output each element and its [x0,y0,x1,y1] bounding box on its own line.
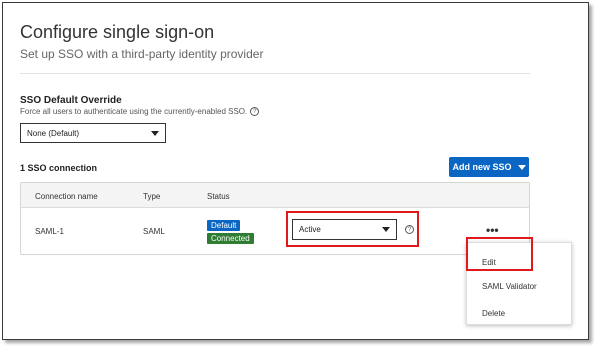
chevron-down-icon [382,227,390,232]
status-select[interactable]: Active [292,219,397,240]
page-title: Configure single sign-on [20,22,215,42]
connection-type-cell: SAML [143,227,165,236]
more-options-icon[interactable]: ••• [486,223,499,237]
menu-item-saml-validator[interactable]: SAML Validator [482,282,537,291]
section-divider [20,73,530,74]
chevron-down-icon [517,164,526,170]
override-description: Force all users to authenticate using th… [20,107,260,116]
connection-name-cell: SAML-1 [35,227,64,236]
column-connection-name: Connection name [35,192,98,201]
status-selected-value: Active [299,225,321,234]
add-new-sso-button[interactable]: Add new SSO [449,157,529,177]
connection-count: 1 SSO connection [20,163,98,173]
sso-default-override-select[interactable]: None (Default) [20,123,166,143]
override-selected-value: None (Default) [27,128,80,138]
status-help-icon[interactable]: ? [405,225,414,234]
table-header: Connection name Type Status [21,183,529,208]
column-type: Type [143,192,161,201]
override-title: SSO Default Override [20,95,122,106]
page-subtitle: Set up SSO with a third-party identity p… [20,47,264,61]
help-icon[interactable]: ? [250,107,260,116]
column-status: Status [207,192,230,201]
edit-highlight-box [466,237,533,271]
default-badge: Default [207,220,241,231]
chevron-down-icon [151,130,159,136]
connected-badge: Connected [207,233,254,244]
sso-connections-table: Connection name Type Status SAML-1 SAML … [20,182,530,255]
menu-item-delete[interactable]: Delete [482,309,505,318]
override-description-text: Force all users to authenticate using th… [20,107,248,116]
add-new-sso-label: Add new SSO [452,162,512,172]
